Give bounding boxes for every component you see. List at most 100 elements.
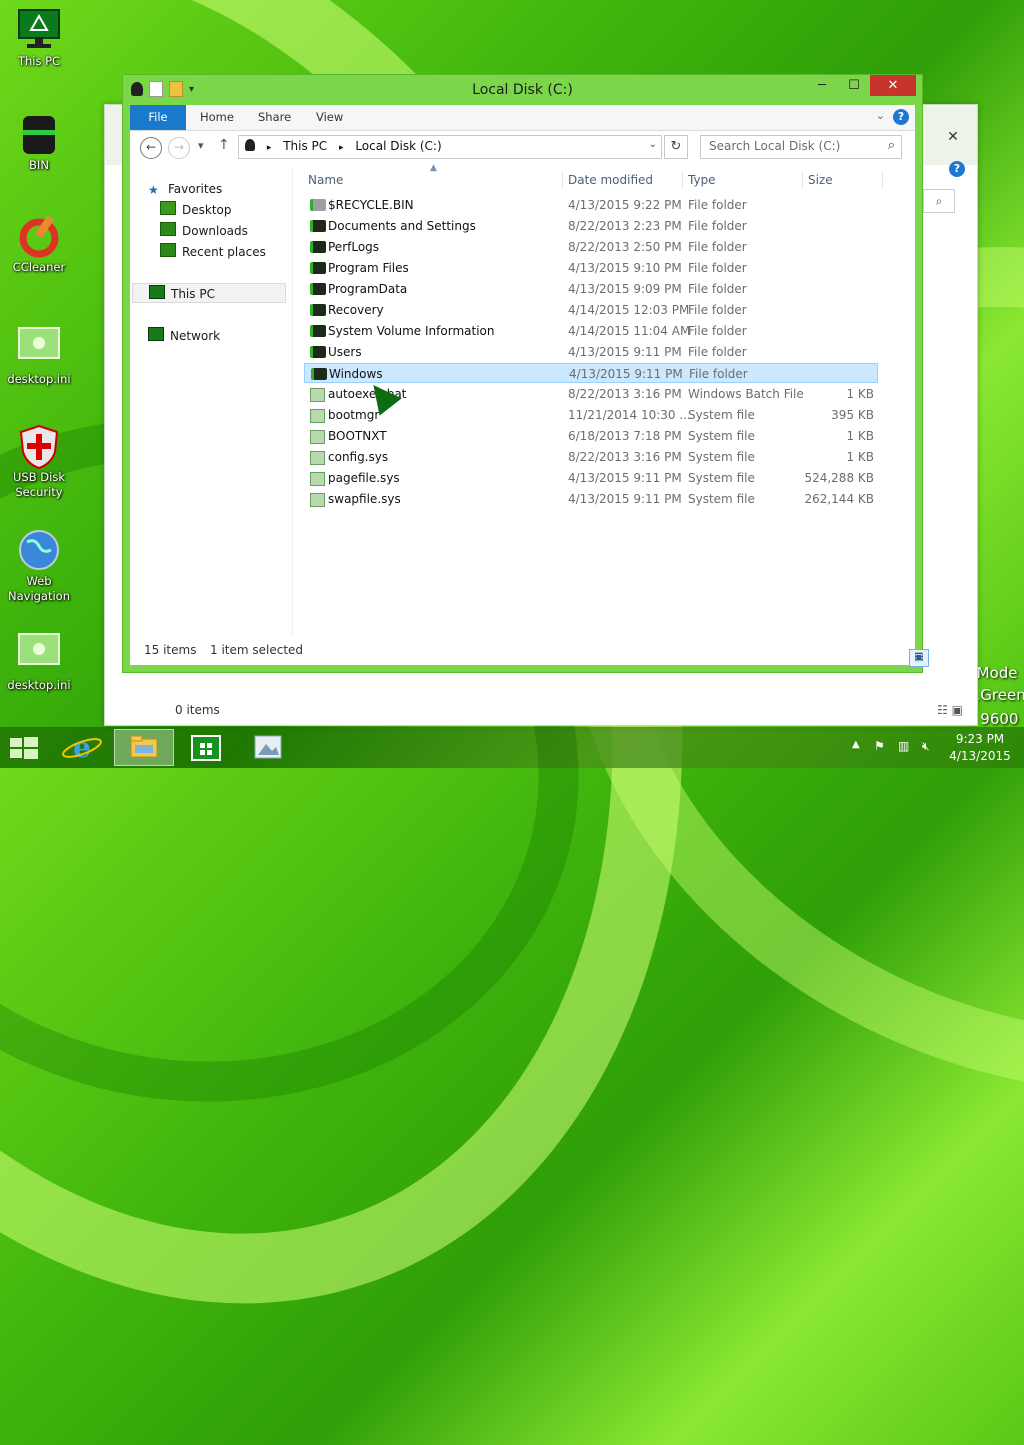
tab-file[interactable]: File xyxy=(130,105,186,130)
network-status-icon[interactable]: ▥ xyxy=(898,739,909,753)
search-icon[interactable]: ⌕ xyxy=(923,189,955,213)
taskbar-photo-viewer[interactable] xyxy=(238,729,298,766)
maximize-button[interactable]: ☐ xyxy=(838,75,870,96)
monitor-icon xyxy=(17,8,61,50)
action-center-flag-icon[interactable]: ⚑ xyxy=(874,739,885,753)
photo-viewer-icon xyxy=(254,735,282,759)
column-header-size[interactable]: Size xyxy=(808,167,833,193)
expand-ribbon-icon[interactable]: ⌄ xyxy=(876,109,885,122)
close-button[interactable]: ✕ xyxy=(870,75,916,96)
gear-file-icon xyxy=(310,430,325,444)
nav-downloads[interactable]: Downloads xyxy=(160,221,248,241)
folder-icon xyxy=(310,262,326,274)
tab-share[interactable]: Share xyxy=(258,105,291,130)
file-date: 4/13/2015 9:11 PM xyxy=(568,345,682,359)
file-row[interactable]: Windows 4/13/2015 9:11 PM File folder xyxy=(304,363,878,383)
file-row[interactable]: pagefile.sys 4/13/2015 9:11 PM System file… xyxy=(304,468,878,488)
show-hidden-icons[interactable]: ▲ xyxy=(852,739,860,750)
folder-icon xyxy=(310,304,326,316)
taskbar-store[interactable] xyxy=(176,729,236,766)
recent-locations-icon[interactable]: ▾ xyxy=(198,139,204,152)
up-button[interactable]: ↑ xyxy=(218,137,230,153)
column-divider[interactable] xyxy=(562,171,563,189)
file-date: 6/18/2013 7:18 PM xyxy=(568,429,682,443)
desktop-icon-ccleaner[interactable]: CCleaner xyxy=(2,214,76,275)
file-row[interactable]: Documents and Settings 8/22/2013 2:23 PM F… xyxy=(304,216,878,236)
gear-file-icon xyxy=(310,472,325,486)
chevron-down-icon[interactable]: ⌄ xyxy=(649,139,657,150)
search-icon[interactable]: ⌕ xyxy=(888,138,895,153)
sort-ascending-icon: ▲ xyxy=(430,163,437,173)
volume-muted-icon[interactable]: 🔇︎ xyxy=(922,739,930,754)
minimize-button[interactable]: ─ xyxy=(806,75,838,96)
file-name: bootmgr xyxy=(328,408,380,422)
nav-this-pc[interactable]: This PC xyxy=(132,283,286,303)
file-row[interactable]: Recovery 4/14/2015 12:03 PM File folder xyxy=(304,300,878,320)
tab-home[interactable]: Home xyxy=(200,105,234,130)
title-bar[interactable]: ▾ Local Disk (C:) ─ ☐ ✕ xyxy=(123,75,922,105)
forward-button[interactable]: → xyxy=(168,137,190,159)
close-icon[interactable]: ✕ xyxy=(933,127,973,147)
file-row[interactable]: swapfile.sys 4/13/2015 9:11 PM System file… xyxy=(304,489,878,509)
back-button[interactable]: ← xyxy=(140,137,162,159)
breadcrumb-separator-icon[interactable]: ▸ xyxy=(339,143,344,153)
taskbar-file-explorer[interactable] xyxy=(114,729,174,766)
desktop-icon-web-navigation[interactable]: Web Navigation xyxy=(2,528,76,604)
file-row[interactable]: Program Files 4/13/2015 9:10 PM File folde… xyxy=(304,258,878,278)
column-divider[interactable] xyxy=(682,171,683,189)
file-row[interactable]: System Volume Information 4/14/2015 11:04… xyxy=(304,321,878,341)
file-name: Documents and Settings xyxy=(328,219,476,233)
start-button[interactable] xyxy=(4,729,44,766)
file-type: File folder xyxy=(688,345,747,359)
file-row[interactable]: config.sys 8/22/2013 3:16 PM System file 1 … xyxy=(304,447,878,467)
search-box[interactable]: Search Local Disk (C:) ⌕ xyxy=(700,135,902,159)
nav-network[interactable]: Network xyxy=(148,326,220,346)
column-header-type[interactable]: Type xyxy=(688,167,716,193)
desktop-icon-desktop-ini[interactable]: desktop.ini xyxy=(2,326,76,387)
address-bar[interactable]: ▸ This PC ▸ Local Disk (C:) ⌄ xyxy=(238,135,662,159)
breadcrumb-local-disk[interactable]: Local Disk (C:) xyxy=(355,139,441,153)
file-row[interactable]: PerfLogs 8/22/2013 2:50 PM File folder xyxy=(304,237,878,257)
help-icon[interactable]: ? xyxy=(893,109,909,125)
taskbar-internet-explorer[interactable]: e xyxy=(52,729,112,766)
explorer-window[interactable]: ▾ Local Disk (C:) ─ ☐ ✕ File Home Share … xyxy=(122,74,929,673)
nav-desktop[interactable]: Desktop xyxy=(160,200,232,220)
column-header-name[interactable]: Name xyxy=(308,167,343,193)
file-type: System file xyxy=(688,450,755,464)
desktop-icon-usb-disk-security[interactable]: USB Disk Security xyxy=(2,424,76,500)
file-row[interactable]: ProgramData 4/13/2015 9:09 PM File folder xyxy=(304,279,878,299)
folder-icon xyxy=(310,199,326,211)
desktop-icon-bin[interactable]: BIN xyxy=(2,112,76,173)
breadcrumb-separator-icon[interactable]: ▸ xyxy=(267,143,272,153)
settings-file-icon xyxy=(17,632,61,674)
search-input[interactable]: Search Local Disk (C:) xyxy=(709,139,840,153)
column-divider[interactable] xyxy=(882,171,883,189)
file-name: ProgramData xyxy=(328,282,408,296)
file-row[interactable]: $RECYCLE.BIN 4/13/2015 9:22 PM File folder xyxy=(304,195,878,215)
refresh-button[interactable]: ↻ xyxy=(664,135,688,159)
clock[interactable]: 9:23 PM 4/13/2015 xyxy=(942,731,1018,765)
column-header-date-modified[interactable]: Date modified xyxy=(568,167,653,193)
help-icon[interactable]: ? xyxy=(949,161,965,177)
tab-view[interactable]: View xyxy=(316,105,343,130)
nav-favorites[interactable]: ★ Favorites xyxy=(148,179,222,199)
column-divider[interactable] xyxy=(802,171,803,189)
desktop-icon-desktop-ini-2[interactable]: desktop.ini xyxy=(2,632,76,693)
view-toggle-icons[interactable]: ☷ ▣ xyxy=(937,703,963,717)
desktop-icon-this-pc[interactable]: This PC xyxy=(2,8,76,69)
folder-icon xyxy=(310,283,326,295)
status-bar: 15 items 1 item selected ☰ ▣ xyxy=(130,635,929,667)
file-row[interactable]: BOOTNXT 6/18/2013 7:18 PM System file 1 KB xyxy=(304,426,878,446)
file-name: swapfile.sys xyxy=(328,492,401,506)
file-date: 4/14/2015 12:03 PM xyxy=(568,303,690,317)
file-date: 8/22/2013 3:16 PM xyxy=(568,387,682,401)
file-size: 262,144 KB xyxy=(804,492,874,506)
shield-icon xyxy=(17,424,61,470)
file-size: 524,288 KB xyxy=(804,471,874,485)
nav-recent-places[interactable]: Recent places xyxy=(160,242,266,262)
file-row[interactable]: Users 4/13/2015 9:11 PM File folder xyxy=(304,342,878,362)
file-date: 4/14/2015 11:04 AM xyxy=(568,324,691,338)
file-row[interactable]: bootmgr 11/21/2014 10:30 ... System file 39… xyxy=(304,405,878,425)
large-icons-view-icon[interactable]: ▣ xyxy=(909,649,929,667)
breadcrumb-this-pc[interactable]: This PC xyxy=(283,139,327,153)
